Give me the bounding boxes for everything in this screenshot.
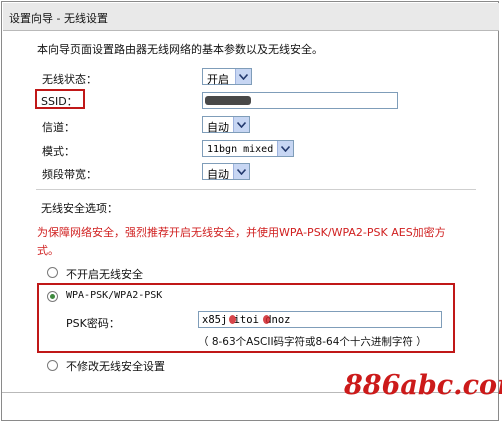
radio-no-security[interactable]: [47, 267, 58, 278]
psk-redaction-1: [229, 315, 236, 324]
section-divider: [36, 189, 476, 190]
option-keep-security-label: 不修改无线安全设置: [66, 360, 165, 373]
status-select[interactable]: 开启: [202, 68, 252, 86]
option-no-security-label: 不开启无线安全: [66, 268, 143, 281]
security-heading: 无线安全选项：: [41, 202, 118, 215]
chevron-down-icon: [277, 141, 293, 156]
mode-select[interactable]: 11bgn mixed: [202, 140, 294, 157]
mode-value: 11bgn mixed: [207, 144, 274, 155]
mode-label: 模式：: [42, 145, 75, 158]
bandwidth-label: 频段带宽：: [42, 168, 97, 181]
ssid-redaction: [205, 96, 251, 105]
psk-hint: （ 8-63个ASCII码字符或8-64个十六进制字符 ）: [198, 336, 427, 348]
psk-input[interactable]: x85j itoi dnoz: [198, 311, 442, 328]
ssid-label: SSID：: [41, 95, 78, 108]
page-title: 设置向导 - 无线设置: [9, 12, 108, 25]
chevron-down-icon: [233, 117, 249, 132]
psk-label: PSK密码：: [66, 317, 120, 330]
title-bar: 设置向导 - 无线设置: [3, 3, 499, 31]
intro-text: 本向导页面设置路由器无线网络的基本参数以及无线安全。: [37, 43, 323, 56]
channel-label: 信道：: [42, 121, 75, 134]
status-value: 开启: [207, 73, 229, 86]
site-watermark: 886abc.com: [344, 370, 502, 401]
bandwidth-select[interactable]: 自动: [202, 163, 250, 181]
bandwidth-value: 自动: [207, 168, 229, 181]
channel-value: 自动: [207, 121, 229, 134]
psk-redaction-2: [263, 315, 270, 324]
radio-wpa[interactable]: [47, 291, 58, 302]
security-warning-line1: 为保障网络安全，强烈推荐开启无线安全，并使用WPA-PSK/WPA2-PSK A…: [37, 226, 446, 239]
chevron-down-icon: [233, 164, 249, 179]
psk-value: x85j itoi dnoz: [202, 314, 291, 326]
status-label: 无线状态：: [42, 73, 97, 86]
radio-keep-security[interactable]: [47, 360, 58, 371]
channel-select[interactable]: 自动: [202, 116, 250, 134]
ssid-input[interactable]: [202, 92, 398, 109]
option-wpa-label: WPA-PSK/WPA2-PSK: [66, 290, 163, 301]
chevron-down-icon: [235, 69, 251, 84]
security-warning-line2: 式。: [37, 244, 59, 257]
